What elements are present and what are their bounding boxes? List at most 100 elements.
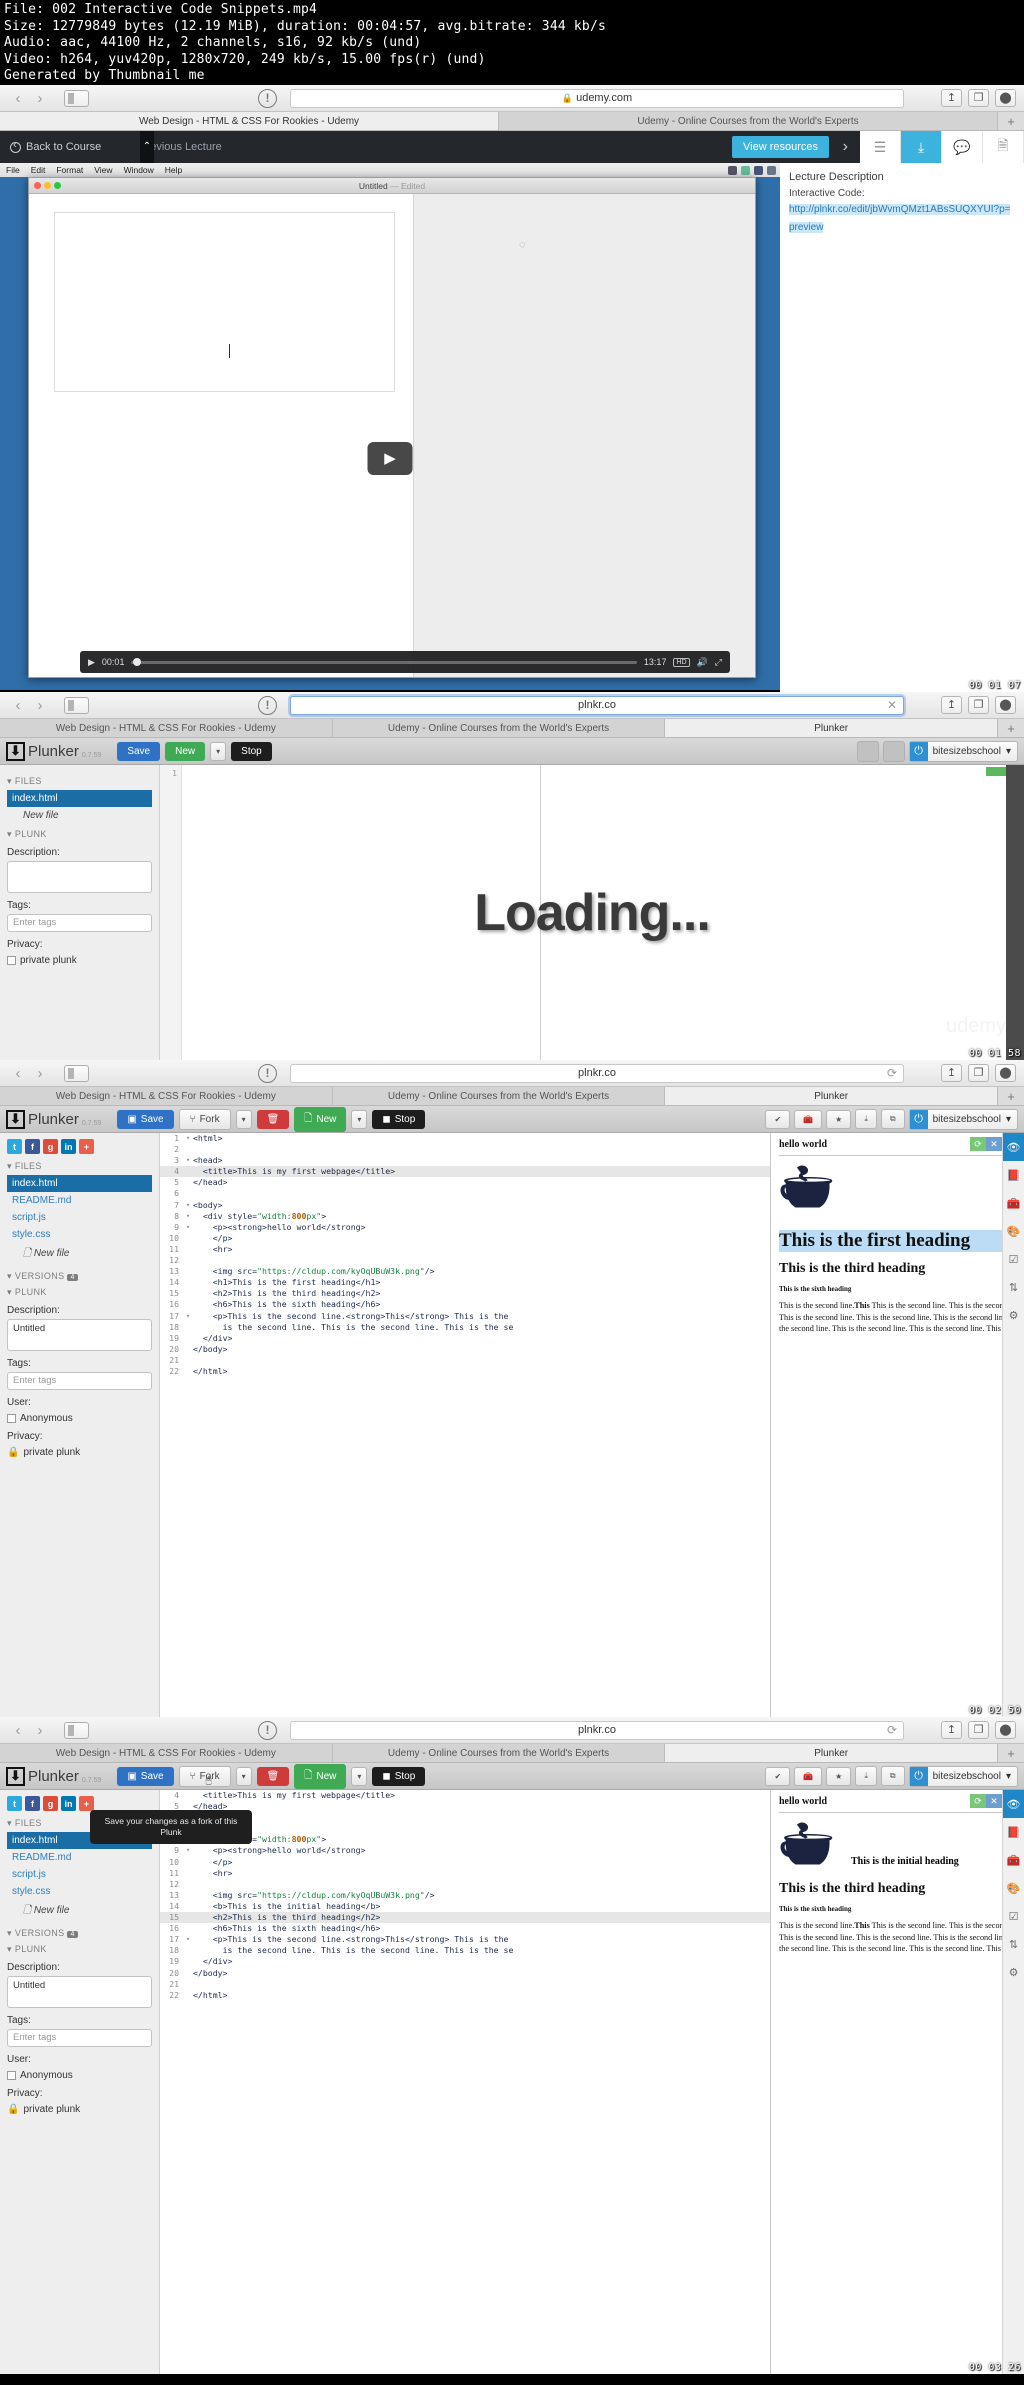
save-button[interactable]: ▣ Save [117, 1109, 174, 1129]
twitter-icon[interactable]: t [7, 1139, 22, 1154]
stop-button[interactable]: ◼ Stop [372, 1109, 426, 1129]
star-icon[interactable]: ★ [826, 1766, 852, 1786]
code-line[interactable]: 5 </head> [160, 1177, 770, 1188]
fold-icon[interactable] [186, 1233, 193, 1244]
fold-icon[interactable]: ▾ [186, 1200, 193, 1211]
popout-icon[interactable]: ⧉ [880, 1766, 905, 1786]
fold-icon[interactable] [186, 1344, 193, 1355]
fold-icon[interactable]: ▾ [186, 1311, 193, 1322]
toolbar-placeholder-2[interactable] [882, 740, 905, 762]
delete-button[interactable]: 🗑 [256, 1766, 290, 1786]
fold-icon[interactable] [186, 1879, 193, 1890]
sidebar-icon[interactable] [64, 1064, 89, 1082]
list-icon[interactable]: ☰ [860, 131, 901, 163]
file-script-js[interactable]: script.js [7, 1866, 152, 1883]
tab-web-design[interactable]: Web Design - HTML & CSS For Rookies - Ud… [0, 1744, 333, 1762]
fold-icon[interactable] [186, 1968, 193, 1979]
code-line[interactable]: 2 [160, 1144, 770, 1155]
more-icon[interactable]: ⬤ [995, 89, 1016, 107]
address-bar-4[interactable]: plnkr.co ⟳ [290, 1720, 904, 1740]
code-line[interactable]: 1 ▾ <html> [160, 1133, 770, 1144]
user-menu[interactable]: ⏻ bitesizebschool ▾ [908, 740, 1018, 762]
fold-icon[interactable] [186, 1288, 193, 1299]
back-to-course-button[interactable]: Back to Course [10, 139, 101, 153]
more-icon[interactable]: + [79, 1139, 94, 1154]
address-bar-3[interactable]: plnkr.co ⟳ [290, 1063, 904, 1083]
code-line[interactable]: 15 <h2>This is the third heading</h2> [160, 1288, 770, 1299]
tab-plunker[interactable]: Plunker [665, 719, 999, 737]
reader-icon[interactable]: ! [258, 1720, 277, 1740]
fold-icon[interactable] [186, 1266, 193, 1277]
file-style-css[interactable]: style.css [7, 1226, 152, 1243]
discussion-icon[interactable]: 💬 [942, 131, 983, 163]
code-line[interactable]: 11 <hr> [160, 1868, 770, 1879]
fold-icon[interactable] [186, 1299, 193, 1310]
code-line[interactable]: 10 </p> [160, 1857, 770, 1868]
new-caret-icon[interactable]: ▾ [351, 1109, 368, 1129]
user-menu[interactable]: ⏻ bitesizebschool ▾ [908, 1765, 1018, 1787]
fold-icon[interactable] [186, 1144, 193, 1155]
code-line[interactable]: 19 </div> [160, 1333, 770, 1344]
view-resources-button[interactable]: View resources [732, 136, 829, 158]
private-plunk-checkbox[interactable]: private plunk [7, 955, 152, 966]
fold-icon[interactable]: ▾ [186, 1222, 193, 1233]
refresh-icon[interactable]: ⟳ [970, 1794, 986, 1808]
tab-udemy-home[interactable]: Udemy - Online Courses from the World's … [499, 112, 998, 130]
code-line[interactable]: 15 <h2>This is the third heading</h2> [160, 1912, 770, 1924]
close-icon[interactable]: ✕ [986, 1137, 1002, 1151]
gear-icon[interactable]: ⚙ [1003, 1958, 1024, 1986]
more-icon[interactable]: ⬤ [995, 1064, 1016, 1082]
share-icon[interactable]: ↥ [941, 1064, 962, 1082]
next-lecture-arrow-icon[interactable]: › [843, 138, 848, 156]
share-icon[interactable]: ↥ [941, 89, 962, 107]
popout-icon[interactable]: ⧉ [880, 1109, 905, 1129]
user-menu[interactable]: ⏻ bitesizebschool ▾ [908, 1108, 1018, 1130]
code-line[interactable]: 7 ▾<body> [160, 1200, 770, 1211]
tabs-icon[interactable]: ❐ [968, 696, 989, 714]
code-line[interactable]: 10 </p> [160, 1233, 770, 1244]
fullscreen-icon[interactable]: ⤢ [715, 657, 722, 668]
fork-button[interactable]: ⑂ Fork [178, 1108, 231, 1130]
new-file-button[interactable]: 🗋 New file [7, 1243, 152, 1266]
back-icon[interactable]: ‹ [8, 697, 28, 714]
forward-icon[interactable]: › [30, 1722, 50, 1739]
fork-caret-icon[interactable]: ▾ [235, 1109, 252, 1129]
fold-icon[interactable] [186, 1166, 193, 1177]
code-line[interactable]: 21 [160, 1355, 770, 1366]
tags-input[interactable]: Enter tags [7, 1372, 152, 1390]
fold-icon[interactable] [186, 1333, 193, 1344]
versions-section-header[interactable]: ▾ VERSIONS 4 [7, 1271, 152, 1282]
checkbox-icon[interactable]: ☑ [1003, 1902, 1024, 1930]
eye-icon[interactable]: 👁 [1003, 1133, 1024, 1161]
book-icon[interactable]: 📕 [1003, 1818, 1024, 1846]
fold-icon[interactable] [186, 1868, 193, 1879]
close-icon[interactable]: ✕ [986, 1794, 1002, 1808]
code-line[interactable]: 22 </html> [160, 1990, 770, 2001]
download-icon[interactable]: ⤓ [855, 1109, 877, 1129]
code-line[interactable]: 22 </html> [160, 1366, 770, 1377]
fold-icon[interactable] [186, 1857, 193, 1868]
eye-icon[interactable]: 👁 [1003, 1790, 1024, 1818]
code-line[interactable]: 14 <h1>This is the first heading</h1> [160, 1277, 770, 1288]
fold-icon[interactable] [186, 1990, 193, 2001]
tab-udemy-home[interactable]: Udemy - Online Courses from the World's … [332, 719, 666, 737]
editor-pane-3[interactable]: 1 ▾ <html> 2 3 ▾ <head> 4 <title>This is my fir… [160, 1133, 1024, 1717]
file-index-html[interactable]: index.html [7, 1175, 152, 1192]
fold-icon[interactable] [186, 1901, 193, 1912]
tab-web-design[interactable]: Web Design - HTML & CSS For Rookies - Ud… [0, 112, 499, 130]
code-line[interactable]: 6 [160, 1188, 770, 1199]
new-file-button[interactable]: New file [7, 807, 152, 824]
seek-bar[interactable] [131, 657, 637, 666]
transfer-icon[interactable]: ⇅ [1003, 1930, 1024, 1958]
fold-icon[interactable] [186, 1188, 193, 1199]
forward-icon[interactable]: › [30, 1065, 50, 1082]
code-line[interactable]: 19 </div> [160, 1956, 770, 1967]
code-line[interactable]: 13 <img src="https://cldup.com/kyOqUBuW3… [160, 1266, 770, 1277]
code-line[interactable]: 5 </head> [160, 1801, 770, 1812]
document-page[interactable] [29, 194, 414, 677]
plunker-logo[interactable]: ⬇ Plunker 0.7.59 [6, 741, 101, 761]
back-icon[interactable]: ‹ [8, 90, 28, 107]
plunk-section-header[interactable]: ▾ PLUNK [7, 1287, 152, 1298]
video-player[interactable]: File Edit Format View Window Help Untitl… [0, 163, 780, 692]
clear-icon[interactable]: ✕ [887, 698, 897, 712]
